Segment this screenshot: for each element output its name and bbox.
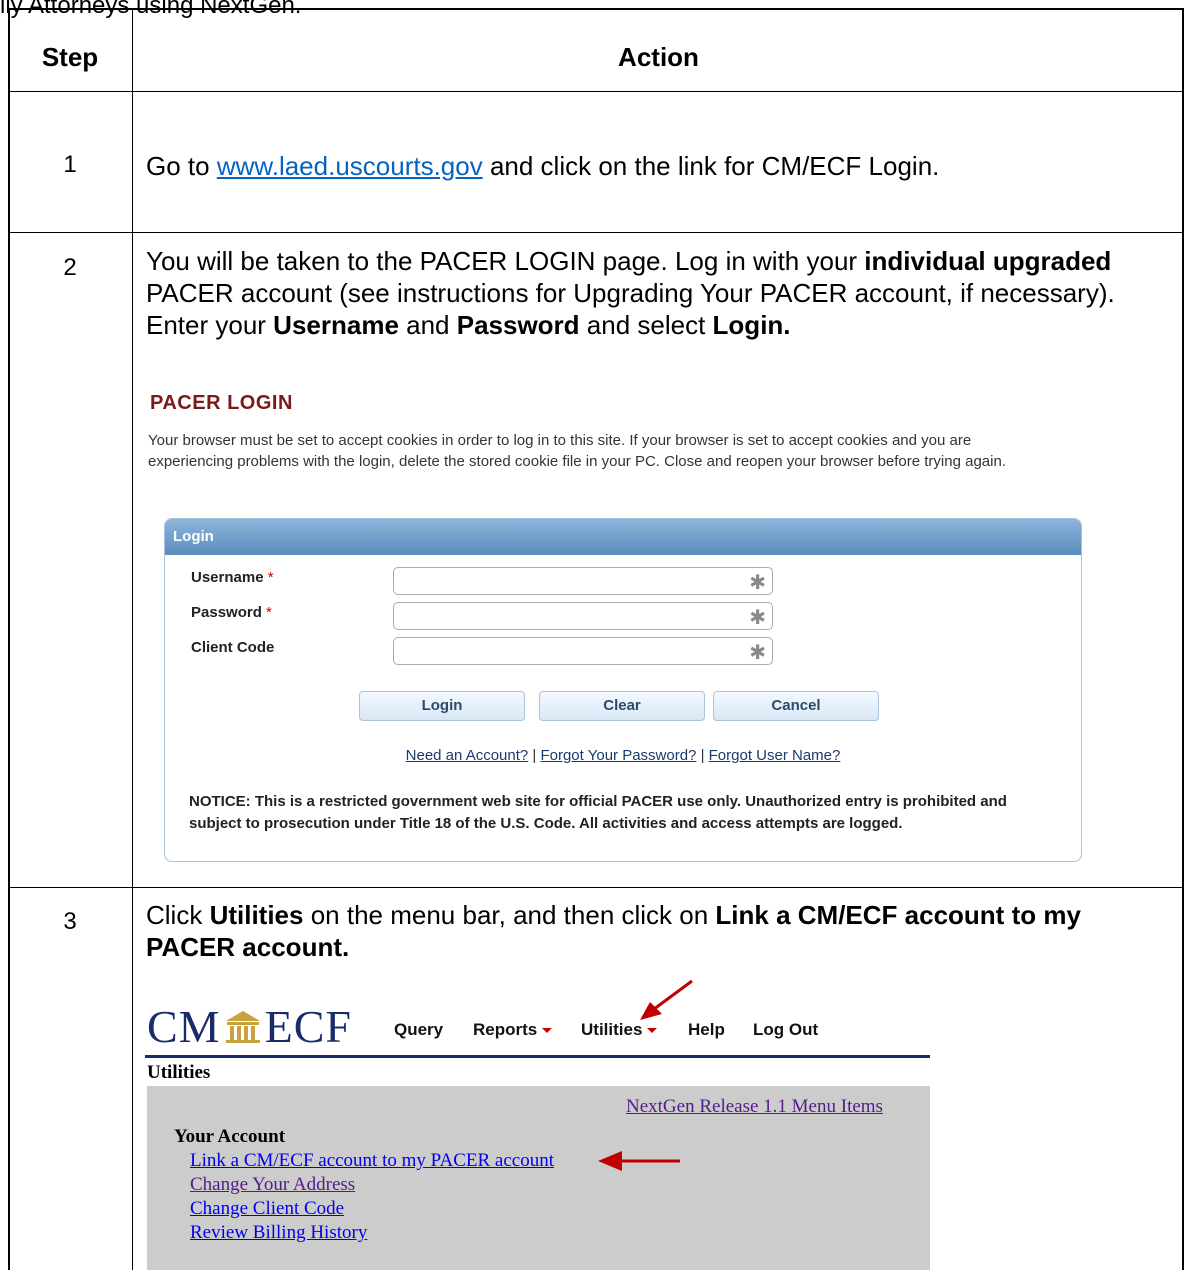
required-asterisk-icon: ✱ (749, 607, 766, 629)
nextgen-menu-link[interactable]: NextGen Release 1.1 Menu Items (626, 1096, 883, 1118)
cookie-notice: Your browser must be set to accept cooki… (148, 432, 1006, 470)
required-asterisk-icon: ✱ (749, 642, 766, 664)
login-panel-header: Login (165, 519, 1081, 555)
change-address-link[interactable]: Change Your Address (190, 1174, 355, 1196)
step-3-text: Click Utilities on the menu bar, and the… (146, 900, 1081, 962)
courthouse-icon (225, 1011, 260, 1043)
table-column-divider (132, 8, 133, 1270)
account-links: Need an Account? | Forgot Your Password?… (405, 747, 841, 764)
your-account-heading: Your Account (174, 1126, 286, 1147)
username-label: Username * (191, 569, 274, 586)
restricted-notice: NOTICE: This is a restricted government … (189, 793, 1007, 832)
pacer-login-title: PACER LOGIN (150, 392, 293, 414)
menu-divider (145, 1055, 930, 1058)
utilities-heading: Utilities (147, 1062, 211, 1083)
step-number: 2 (63, 254, 77, 281)
header-step: Step (41, 42, 99, 72)
laed-website-link[interactable]: www.laed.uscourts.gov (217, 151, 483, 181)
cancel-button[interactable]: Cancel (713, 691, 879, 721)
login-panel: Login Username * ✱ Password * ✱ Client C… (164, 518, 1082, 862)
menu-query[interactable]: Query (394, 1020, 443, 1040)
dropdown-caret-icon (647, 1028, 658, 1033)
cmecf-logo: CM ECF (147, 1001, 352, 1052)
link-cmecf-account-link[interactable]: Link a CM/ECF account to my PACER accoun… (190, 1150, 554, 1172)
forgot-username-link[interactable]: Forgot User Name? (709, 747, 841, 764)
login-button[interactable]: Login (359, 691, 525, 721)
menu-logout[interactable]: Log Out (753, 1020, 818, 1040)
dropdown-caret-icon (542, 1028, 553, 1033)
step-1-text: Go to www.laed.uscourts.gov and click on… (146, 151, 940, 181)
review-billing-history-link[interactable]: Review Billing History (190, 1222, 367, 1244)
header-action: Action (618, 42, 699, 72)
table-row-divider (8, 91, 1184, 92)
clear-button[interactable]: Clear (539, 691, 705, 721)
need-account-link[interactable]: Need an Account? (406, 747, 529, 764)
client-code-field[interactable]: ✱ (393, 637, 773, 665)
change-client-code-link[interactable]: Change Client Code (190, 1198, 344, 1220)
step-2-text: You will be taken to the PACER LOGIN pag… (146, 246, 1115, 340)
red-arrow-icon (640, 979, 693, 1020)
forgot-password-link[interactable]: Forgot Your Password? (540, 747, 696, 764)
table-row-divider (8, 887, 1184, 888)
password-field[interactable]: ✱ (393, 602, 773, 630)
username-field[interactable]: ✱ (393, 567, 773, 595)
red-arrow-icon (598, 1151, 680, 1171)
menu-reports[interactable]: Reports (473, 1020, 553, 1040)
required-asterisk-icon: ✱ (749, 572, 766, 594)
password-label: Password * (191, 604, 272, 621)
step-number: 3 (63, 908, 77, 935)
table-row-divider (8, 232, 1184, 233)
client-code-label: Client Code (191, 639, 275, 656)
step-number: 1 (63, 151, 77, 178)
